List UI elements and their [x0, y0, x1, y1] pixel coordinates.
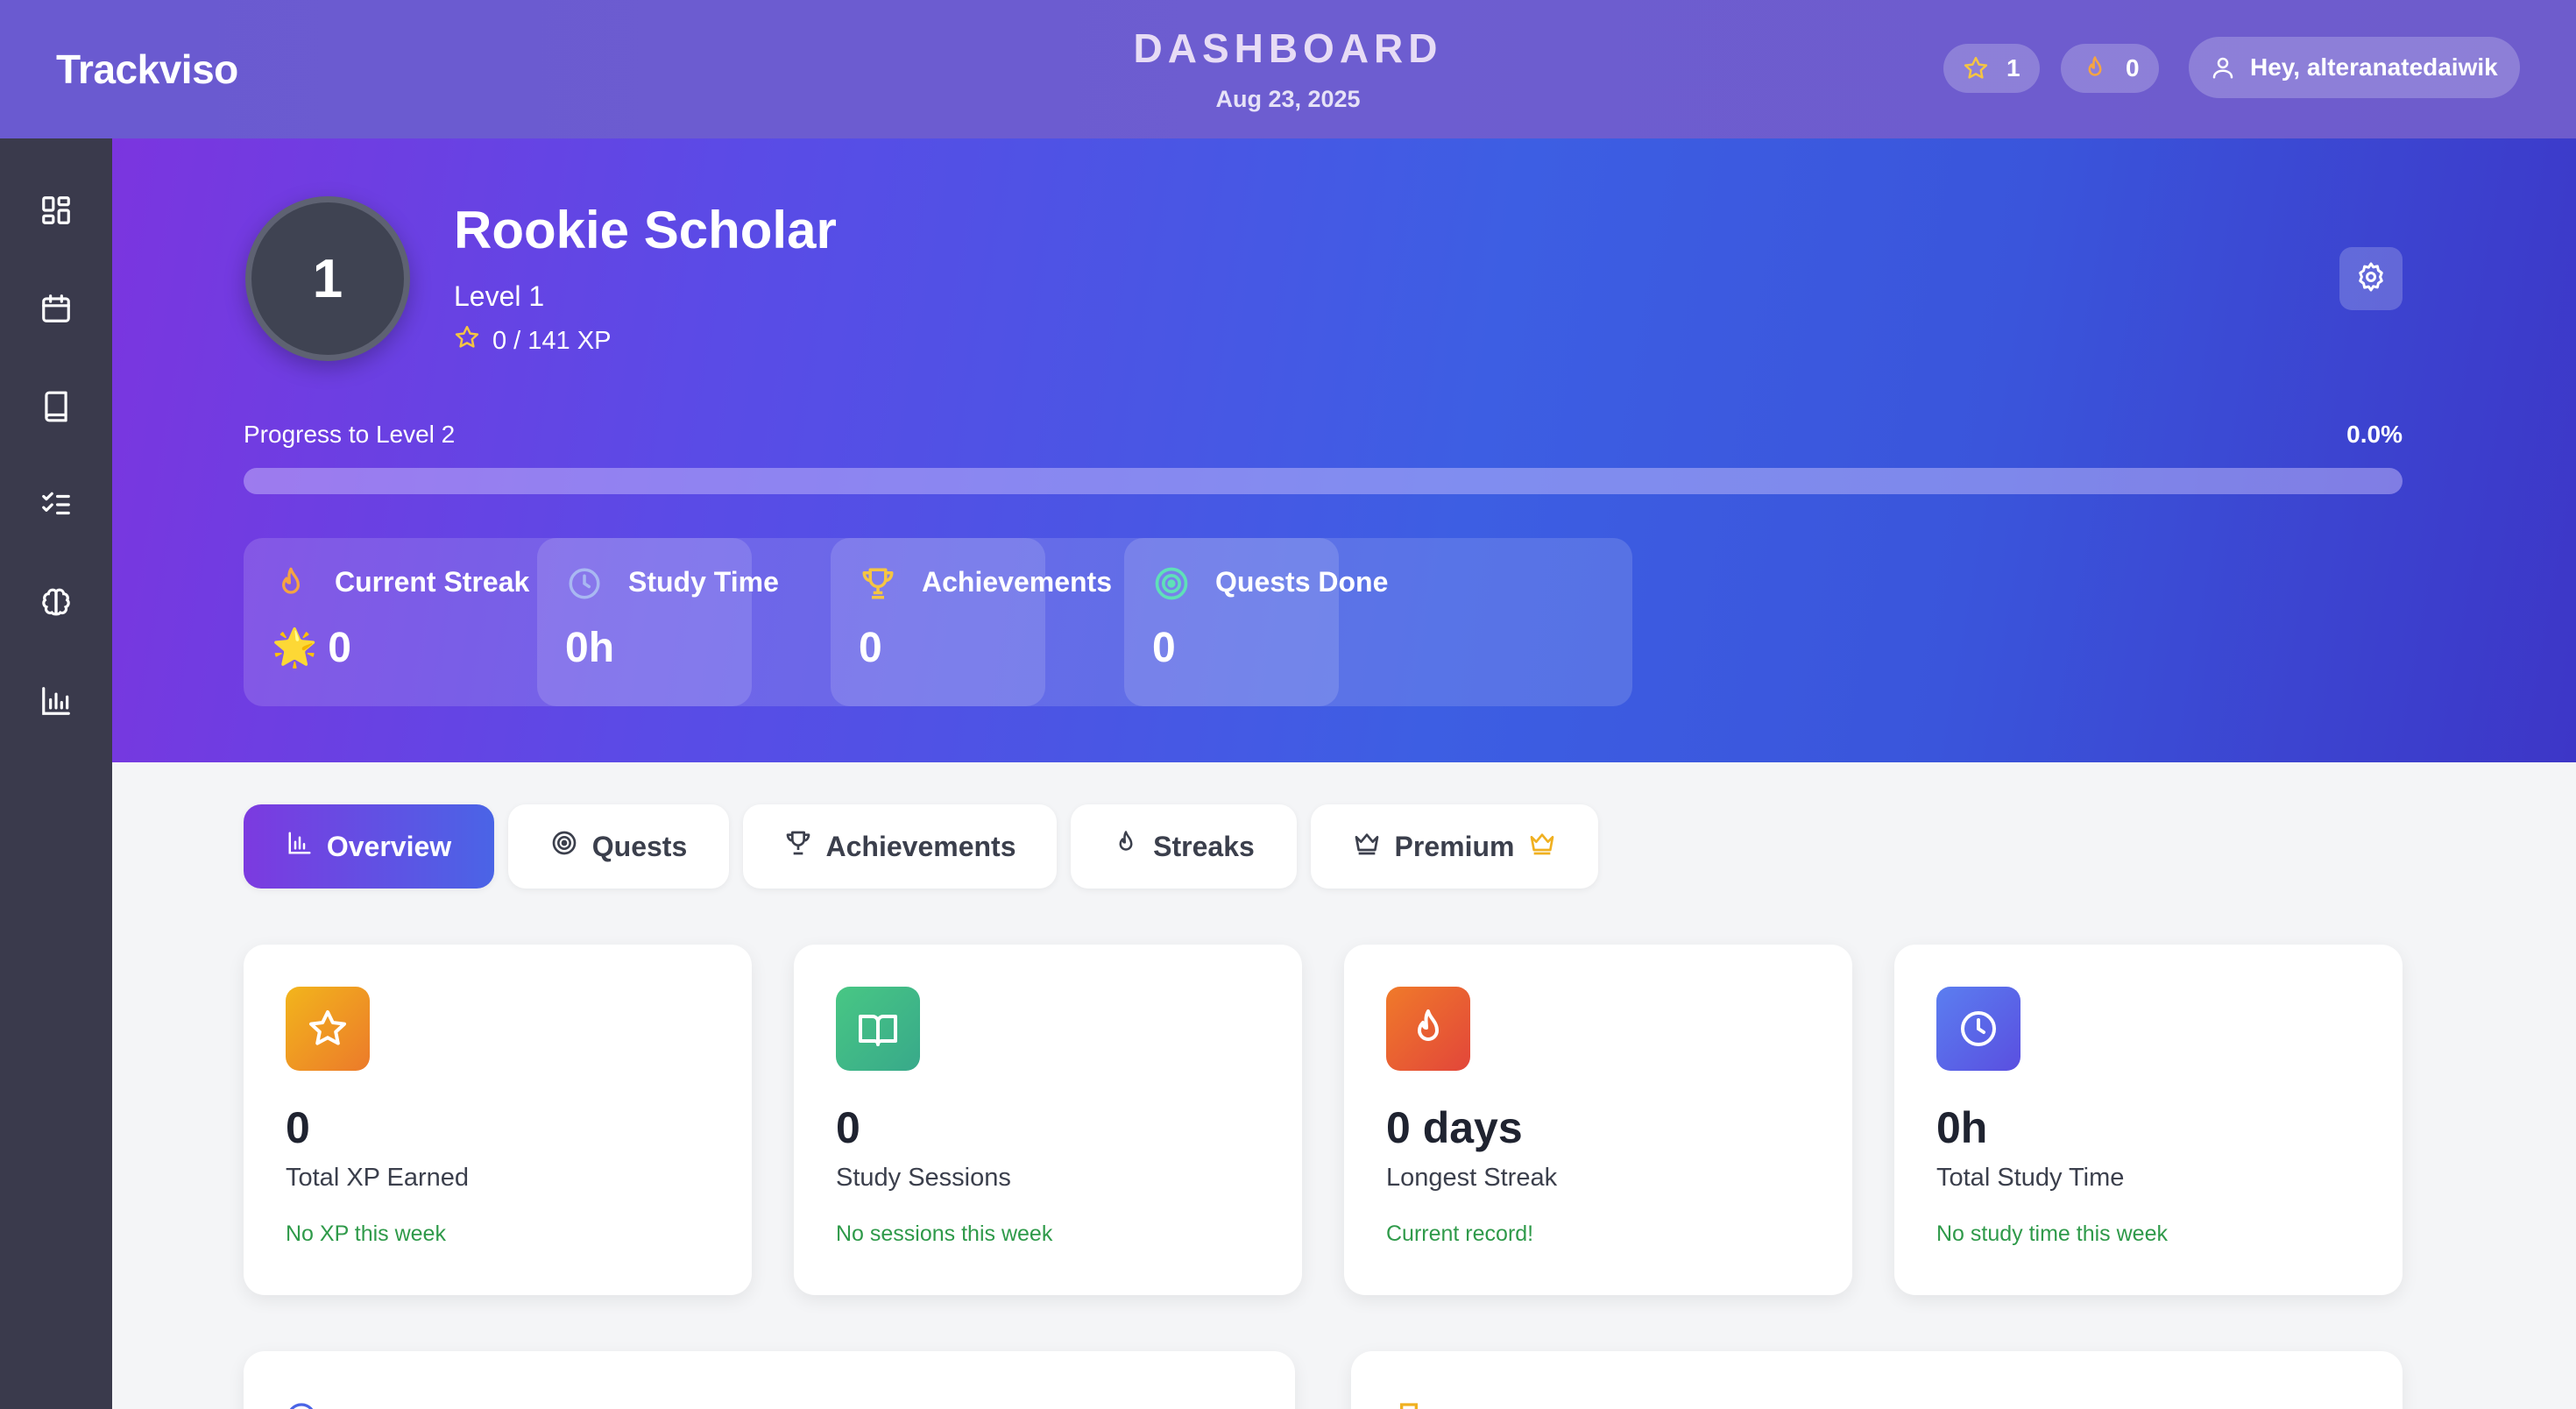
current-date: Aug 23, 2025	[1215, 86, 1361, 112]
bar-chart-icon[interactable]	[35, 680, 77, 722]
glowing-star-emoji: 🌟	[272, 627, 318, 668]
stat-value: 0	[328, 625, 351, 671]
progress-label: Progress to Level 2	[244, 421, 456, 448]
star-icon	[1963, 55, 1989, 81]
flame-icon	[1113, 830, 1139, 863]
card-value: 0	[286, 1103, 310, 1152]
stars-count: 1	[2006, 54, 2020, 81]
stat-value: 0	[859, 625, 882, 671]
level-label: Level 1	[454, 280, 545, 312]
flames-counter[interactable]: 0	[2061, 44, 2159, 93]
xp-display: 0 / 141 XP	[454, 324, 611, 358]
card-longest-streak: 0 days Longest Streak Current record!	[1344, 945, 1852, 1295]
trophy-icon	[857, 563, 899, 605]
card-note: No XP this week	[286, 1221, 446, 1246]
open-book-icon	[836, 987, 920, 1071]
checklist-icon[interactable]	[35, 484, 77, 526]
card-value: 0 days	[1386, 1103, 1523, 1152]
calendar-icon[interactable]	[35, 287, 77, 329]
tab-achievements[interactable]: Achievements	[743, 804, 1057, 889]
target-icon	[1150, 563, 1192, 605]
card-label: Longest Streak	[1386, 1164, 1558, 1192]
tab-quests[interactable]: Quests	[508, 804, 729, 889]
trophy-icon	[784, 829, 812, 864]
target-icon	[550, 829, 578, 864]
card-value: 0h	[1936, 1103, 1988, 1152]
flame-icon	[270, 563, 312, 605]
progress-percent: 0.0%	[2346, 421, 2403, 448]
flame-icon	[2082, 55, 2108, 81]
user-icon	[2210, 54, 2236, 81]
stars-counter[interactable]: 1	[1943, 44, 2040, 93]
brand-logo[interactable]: Trackviso	[56, 46, 238, 93]
recent-achievements-panel	[1351, 1351, 2403, 1409]
level-badge: 1	[245, 196, 410, 361]
tab-label: Achievements	[825, 830, 1016, 862]
tab-streaks[interactable]: Streaks	[1071, 804, 1297, 889]
card-note: Current record!	[1386, 1221, 1534, 1246]
card-total-study-time: 0h Total Study Time No study time this w…	[1894, 945, 2403, 1295]
card-note: No sessions this week	[836, 1221, 1053, 1246]
stat-label: Achievements	[922, 566, 1112, 598]
card-label: Study Sessions	[836, 1164, 1011, 1192]
stat-quests-done: Quests Done 0	[1124, 538, 1632, 706]
card-note: No study time this week	[1936, 1221, 2168, 1246]
flame-icon	[1386, 987, 1470, 1071]
level-progress-bar	[244, 468, 2403, 494]
stat-value: 0	[1152, 625, 1176, 671]
card-study-sessions: 0 Study Sessions No sessions this week	[794, 945, 1302, 1295]
card-label: Total XP Earned	[286, 1164, 470, 1192]
stat-value-row: 🌟 0	[272, 624, 351, 672]
star-icon	[286, 987, 370, 1071]
stat-label: Current Streak	[335, 566, 530, 598]
tab-label: Streaks	[1153, 830, 1255, 862]
tab-overview[interactable]: Overview	[244, 804, 494, 889]
user-greeting: Hey, alteranatedaiwik	[2250, 53, 2498, 81]
flames-count: 0	[2126, 54, 2140, 81]
tab-premium[interactable]: Premium	[1311, 804, 1598, 889]
sidebar	[0, 138, 112, 1409]
profile-hero: 1 Rookie Scholar Level 1 0 / 141 XP Prog…	[112, 138, 2576, 762]
card-value: 0	[836, 1103, 860, 1152]
stat-label: Study Time	[628, 566, 779, 598]
target-icon	[284, 1400, 319, 1409]
user-menu-button[interactable]: Hey, alteranatedaiwik	[2189, 37, 2520, 98]
premium-crown-icon	[1528, 829, 1556, 864]
active-quests-panel	[244, 1351, 1295, 1409]
tab-label: Premium	[1394, 830, 1515, 862]
clock-icon	[563, 563, 605, 605]
page-title: DASHBOARD	[1133, 25, 1443, 71]
top-header: Trackviso DASHBOARD Aug 23, 2025 1 0 Hey…	[0, 0, 2576, 138]
dashboard-icon[interactable]	[35, 189, 77, 231]
trophy-icon	[1391, 1400, 1426, 1409]
stat-value: 0h	[565, 625, 615, 671]
book-icon[interactable]	[35, 386, 77, 428]
clock-icon	[1936, 987, 2020, 1071]
card-total-xp: 0 Total XP Earned No XP this week	[244, 945, 752, 1295]
xp-value: 0 / 141 XP	[492, 326, 612, 355]
bar-chart-icon	[287, 830, 313, 863]
rank-title: Rookie Scholar	[454, 201, 837, 259]
gear-icon	[2355, 261, 2387, 297]
tab-label: Quests	[591, 830, 688, 862]
settings-button[interactable]	[2339, 247, 2403, 310]
card-label: Total Study Time	[1936, 1164, 2125, 1192]
brain-icon[interactable]	[35, 582, 77, 624]
crown-icon	[1353, 829, 1381, 864]
tab-label: Overview	[326, 830, 452, 862]
stat-label: Quests Done	[1215, 566, 1389, 598]
star-icon	[454, 324, 480, 358]
